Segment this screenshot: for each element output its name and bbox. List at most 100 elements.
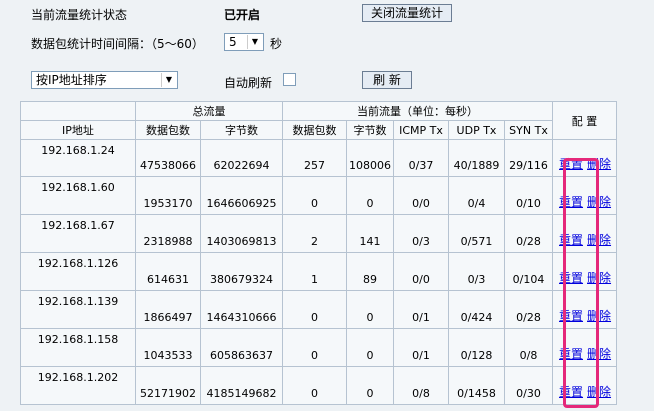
sort-select[interactable]: 按IP地址排序 ▼ <box>31 71 178 89</box>
data-cell: 0 <box>346 328 394 367</box>
data-cell: 0 <box>282 366 347 405</box>
delete-link[interactable]: 删除 <box>587 157 611 171</box>
data-cell: 2318988 <box>135 214 201 253</box>
interval-unit: 秒 <box>270 37 283 51</box>
config-cell: 重置 删除 <box>552 176 617 215</box>
data-cell: 0/8 <box>504 328 553 367</box>
data-cell: 0/4 <box>448 176 505 215</box>
delete-link[interactable]: 删除 <box>587 233 611 247</box>
col-header: 数据包数 <box>135 120 201 140</box>
delete-link[interactable]: 删除 <box>587 271 611 285</box>
data-cell: 1043533 <box>135 328 201 367</box>
col-header: 数据包数 <box>282 120 347 140</box>
data-cell: 1403069813 <box>200 214 283 253</box>
col-header: 字节数 <box>346 120 394 140</box>
table-row: 192.168.1.202 52171902 4185149682 0 0 0/8 0/14… <box>20 366 617 405</box>
table-row: 192.168.1.126 614631 380679324 1 89 0/0 0/3 0/1… <box>20 252 617 291</box>
chevron-down-icon: ▼ <box>161 73 176 87</box>
data-cell: 614631 <box>135 252 201 291</box>
data-cell: 0/0 <box>393 252 449 291</box>
reset-link[interactable]: 重置 <box>559 195 583 209</box>
data-cell: 0 <box>346 290 394 329</box>
data-cell: 0/28 <box>504 290 553 329</box>
reset-link[interactable]: 重置 <box>559 157 583 171</box>
refresh-button[interactable]: 刷 新 <box>362 71 412 89</box>
table-row: 192.168.1.67 2318988 1403069813 2 141 0/3 0/57… <box>20 214 617 253</box>
config-header: 配 置 <box>552 101 617 140</box>
reset-link[interactable]: 重置 <box>559 233 583 247</box>
total-traffic-header: 总流量 <box>135 101 283 121</box>
data-cell: 4185149682 <box>200 366 283 405</box>
auto-refresh-checkbox[interactable] <box>283 73 296 86</box>
data-cell: 0/128 <box>448 328 505 367</box>
reset-link[interactable]: 重置 <box>559 309 583 323</box>
config-cell: 重置 删除 <box>552 290 617 329</box>
chevron-down-icon: ▼ <box>247 35 262 49</box>
data-cell: 29/116 <box>504 139 553 177</box>
data-cell: 0/28 <box>504 214 553 253</box>
data-cell: 141 <box>346 214 394 253</box>
data-cell: 0/3 <box>448 252 505 291</box>
interval-label: 数据包统计时间间隔：（5～60） <box>31 37 204 51</box>
data-cell: 2 <box>282 214 347 253</box>
data-cell: 0/8 <box>393 366 449 405</box>
config-cell: 重置 删除 <box>552 139 617 177</box>
data-cell: 380679324 <box>200 252 283 291</box>
data-cell: 0/1 <box>393 290 449 329</box>
data-cell: 1866497 <box>135 290 201 329</box>
ip-cell: 192.168.1.139 <box>20 290 136 329</box>
col-header: SYN Tx <box>504 120 553 140</box>
data-cell: 0/10 <box>504 176 553 215</box>
data-cell: 108006 <box>346 139 394 177</box>
auto-refresh-label: 自动刷新 <box>224 76 273 90</box>
col-header: ICMP Tx <box>393 120 449 140</box>
data-cell: 0/104 <box>504 252 553 291</box>
config-cell: 重置 删除 <box>552 214 617 253</box>
data-cell: 0/1 <box>393 328 449 367</box>
interval-select[interactable]: 5 ▼ <box>224 33 264 51</box>
delete-link[interactable]: 删除 <box>587 195 611 209</box>
config-cell: 重置 删除 <box>552 366 617 405</box>
data-cell: 0/571 <box>448 214 505 253</box>
data-cell: 257 <box>282 139 347 177</box>
col-header: UDP Tx <box>448 120 505 140</box>
reset-link[interactable]: 重置 <box>559 347 583 361</box>
data-cell: 40/1889 <box>448 139 505 177</box>
table-row: 192.168.1.139 1866497 1464310666 0 0 0/1 0/424… <box>20 290 617 329</box>
data-cell: 62022694 <box>200 139 283 177</box>
data-cell: 1646606925 <box>200 176 283 215</box>
data-cell: 1953170 <box>135 176 201 215</box>
delete-link[interactable]: 删除 <box>587 309 611 323</box>
ip-cell: 192.168.1.202 <box>20 366 136 405</box>
data-cell: 0/37 <box>393 139 449 177</box>
table-row: 192.168.1.24 47538066 62022694 257 108006 0/3… <box>20 139 617 177</box>
delete-link[interactable]: 删除 <box>587 347 611 361</box>
ip-cell: 192.168.1.24 <box>20 139 136 177</box>
delete-link[interactable]: 删除 <box>587 385 611 399</box>
data-cell: 0 <box>346 366 394 405</box>
ip-cell: 192.168.1.67 <box>20 214 136 253</box>
data-cell: 0 <box>282 290 347 329</box>
data-cell: 0/424 <box>448 290 505 329</box>
reset-link[interactable]: 重置 <box>559 271 583 285</box>
ip-cell: 192.168.1.158 <box>20 328 136 367</box>
ip-header: IP地址 <box>20 120 136 140</box>
data-cell: 0 <box>346 176 394 215</box>
close-stats-button[interactable]: 关闭流量统计 <box>362 4 453 22</box>
sort-value: 按IP地址排序 <box>36 73 107 87</box>
data-cell: 0/0 <box>393 176 449 215</box>
interval-value: 5 <box>229 35 237 49</box>
data-cell: 47538066 <box>135 139 201 177</box>
data-cell: 0 <box>282 176 347 215</box>
data-cell: 605863637 <box>200 328 283 367</box>
data-cell: 1 <box>282 252 347 291</box>
col-header: 字节数 <box>200 120 283 140</box>
config-cell: 重置 删除 <box>552 328 617 367</box>
data-cell: 89 <box>346 252 394 291</box>
ip-header-blank <box>20 101 136 121</box>
data-cell: 52171902 <box>135 366 201 405</box>
table-row: 192.168.1.60 1953170 1646606925 0 0 0/0 0/4 0/1… <box>20 176 617 215</box>
reset-link[interactable]: 重置 <box>559 385 583 399</box>
ip-cell: 192.168.1.60 <box>20 176 136 215</box>
status-value: 已开启 <box>224 8 261 22</box>
